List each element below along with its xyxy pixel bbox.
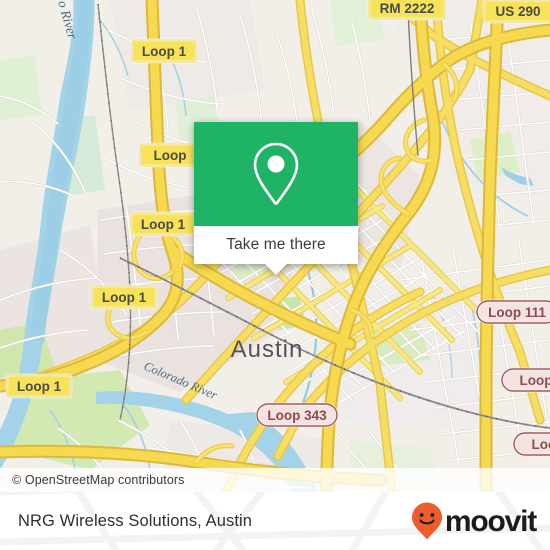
popup-cta-area[interactable]: Take me there — [194, 226, 358, 275]
take-me-there-label: Take me there — [226, 236, 326, 253]
moovit-station-map-page: o River Colorado River Austin Loop 1 Loo… — [0, 0, 550, 550]
city-label-austin: Austin — [231, 336, 304, 363]
popup-image-area — [194, 122, 358, 226]
destination-popup[interactable]: Take me there — [194, 122, 358, 275]
map-pin-outline-icon — [253, 142, 299, 205]
page-footer: NRG Wireless Solutions, Austin moovit — [0, 492, 550, 550]
map-attribution-bar: © OpenStreetMap contributors — [0, 468, 550, 492]
moovit-logo[interactable]: moovit — [410, 501, 537, 541]
popup-pointer — [265, 264, 287, 275]
map-canvas[interactable]: o River Colorado River Austin Loop 1 Loo… — [0, 0, 550, 492]
osm-attribution-text[interactable]: © OpenStreetMap contributors — [0, 473, 185, 487]
place-title: NRG Wireless Solutions, Austin — [18, 511, 253, 530]
moovit-wordmark: moovit — [444, 505, 537, 538]
moovit-smiley-pin-icon — [411, 502, 442, 540]
